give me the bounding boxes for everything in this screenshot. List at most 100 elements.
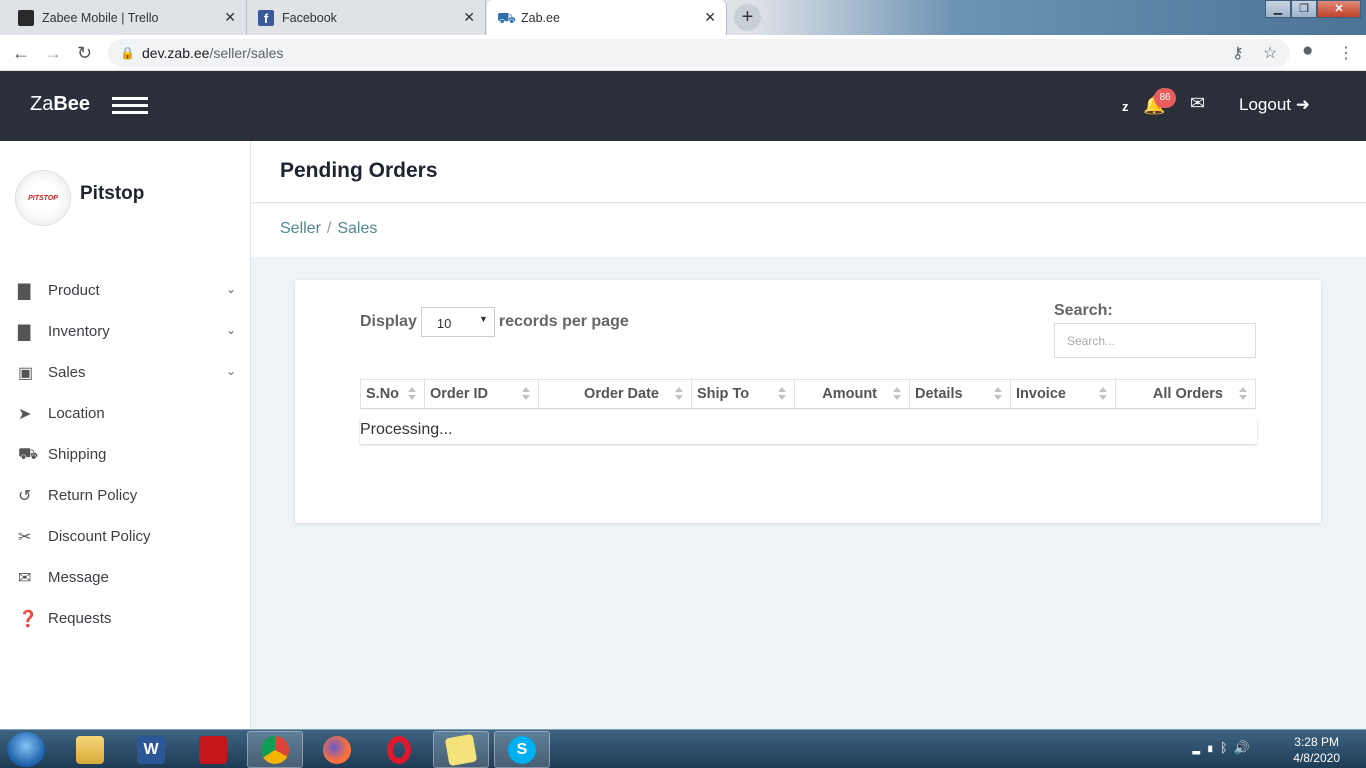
maximize-button[interactable]: ❐ [1291,0,1317,18]
sidebar-item-return-policy[interactable]: ↺ Return Policy [0,475,250,516]
close-icon[interactable]: ✕ [463,9,475,26]
facebook-favicon-icon: f [258,9,274,26]
page-length-control: Display 10 ▼ records per page [360,307,629,337]
sidebar-item-label: Shipping [48,446,107,463]
orders-card: Display 10 ▼ records per page Search: Sea… [295,280,1321,523]
processing-indicator: Processing... [360,418,1257,444]
cart-favicon-icon: ⛟ [497,9,516,27]
menu-dots-icon[interactable]: ⋮ [1338,43,1354,63]
back-arrow-icon[interactable]: ← [12,43,30,64]
sidebar-item-label: Message [48,569,109,586]
display-label: Display [360,313,417,330]
column-header-amount[interactable]: Amount [795,380,910,408]
money-icon: ▣ [18,364,34,382]
column-header-sno[interactable]: S.No [361,380,425,408]
reload-icon[interactable]: ↻ [77,43,92,64]
sidebar-item-inventory[interactable]: ▇ Inventory ⌄ [0,311,250,352]
column-label: Invoice [1016,386,1066,402]
forward-arrow-icon[interactable]: → [44,43,62,64]
page-size-select[interactable]: 10 ▼ [420,307,495,337]
column-label: Order Date [584,386,659,402]
signal-icon[interactable]: ▮ [1206,740,1220,755]
start-button[interactable] [7,732,45,767]
sidebar-item-shipping[interactable]: ⛟ Shipping [0,434,250,475]
sidebar-item-label: Inventory [48,323,110,340]
taskbar-firefox[interactable] [309,731,365,768]
profile-icon[interactable]: ● [1302,40,1313,62]
window-close-button[interactable]: ✕ [1317,0,1361,18]
column-header-order-date[interactable]: Order Date [539,380,692,408]
sidebar-toggle-icon[interactable] [112,97,148,117]
sort-icon [778,387,786,401]
column-header-order-id[interactable]: Order ID [425,380,539,408]
new-tab-button[interactable]: + [734,4,761,31]
close-icon[interactable]: ✕ [224,9,236,26]
window-controls: ▁ ❐ ✕ [1265,0,1361,18]
user-initial[interactable]: z [1122,99,1129,114]
sort-icon [1099,387,1107,401]
acrobat-icon [199,735,227,764]
sticky-notes-icon [444,733,478,766]
undo-icon: ↺ [18,487,32,505]
taskbar-sticky-notes[interactable] [433,731,489,768]
sidebar-item-message[interactable]: ✉ Message [0,557,250,598]
close-icon[interactable]: ✕ [704,9,716,26]
taskbar-word[interactable]: W [123,731,179,768]
search-label: Search: [1054,302,1113,319]
sidebar-menu: ▇ Product ⌄ ▇ Inventory ⌄ ▣ Sales ⌄ ➤ Location … [0,270,250,639]
taskbar-skype[interactable]: S [494,731,550,768]
network-icon[interactable]: ▂ [1192,740,1206,755]
taskbar-acrobat[interactable] [185,731,241,768]
column-header-details[interactable]: Details [910,380,1011,408]
logo[interactable]: ZaBee [30,93,90,116]
scissors-icon: ✂ [18,528,32,546]
sidebar-item-label: Location [48,405,105,422]
tab-trello[interactable]: Zabee Mobile | Trello ✕ [8,0,247,35]
sidebar-item-requests[interactable]: ❓ Requests [0,598,250,639]
sort-icon [522,387,530,401]
firefox-icon [323,735,351,764]
tab-zabee[interactable]: ⛟ Zab.ee ✕ [487,0,727,35]
bluetooth-icon[interactable]: ᛒ [1220,740,1234,755]
sidebar-item-label: Requests [48,610,112,627]
taskbar-explorer[interactable] [62,731,118,768]
column-header-ship-to[interactable]: Ship To [692,380,795,408]
envelope-icon[interactable]: ✉ [1190,93,1205,114]
sidebar-item-discount-policy[interactable]: ✂ Discount Policy [0,516,250,557]
column-label: Amount [822,386,877,402]
url-bar[interactable]: 🔒 dev.zab.ee/seller/sales [108,39,1290,67]
minimize-button[interactable]: ▁ [1265,0,1291,18]
opera-icon [387,735,411,764]
logout-button[interactable]: Logout ➜ [1239,95,1310,115]
folder-icon [76,735,104,764]
store-avatar: PITSTOP [16,171,70,225]
taskbar-opera[interactable] [371,731,427,768]
column-header-invoice[interactable]: Invoice [1011,380,1116,408]
truck-icon: ⛟ [18,445,39,463]
sign-out-icon: ➜ [1295,95,1310,114]
breadcrumb-seller[interactable]: Seller [280,220,321,237]
logo-bold: Bee [53,93,91,115]
search-input[interactable]: Search... [1054,323,1256,358]
lock-icon: 🔒 [120,46,135,60]
taskbar-chrome[interactable] [247,731,303,768]
key-icon[interactable]: ⚷ [1232,43,1244,63]
logout-label: Logout [1239,95,1291,114]
system-tray: ▂▮ᛒ🔊 [1192,740,1256,756]
column-header-all-orders[interactable]: All Orders [1116,380,1255,408]
sidebar-item-location[interactable]: ➤ Location [0,393,250,434]
trello-favicon-icon [18,9,34,26]
address-toolbar: ← → ↻ 🔒 dev.zab.ee/seller/sales ⚷ ☆ ● ⋮ [0,35,1366,71]
star-icon[interactable]: ☆ [1263,43,1277,63]
column-label: Order ID [430,386,489,402]
notification-badge: 86 [1154,88,1176,108]
taskbar-clock[interactable]: 3:28 PM 4/8/2020 [1293,734,1340,766]
chevron-down-icon: ⌄ [225,282,236,296]
breadcrumb-sales[interactable]: Sales [337,220,377,237]
sidebar-item-sales[interactable]: ▣ Sales ⌄ [0,352,250,393]
tab-facebook[interactable]: f Facebook ✕ [248,0,486,35]
clock-time: 3:28 PM [1294,735,1339,749]
sidebar-item-product[interactable]: ▇ Product ⌄ [0,270,250,311]
breadcrumb-separator: / [326,220,332,237]
volume-icon[interactable]: 🔊 [1234,740,1256,755]
